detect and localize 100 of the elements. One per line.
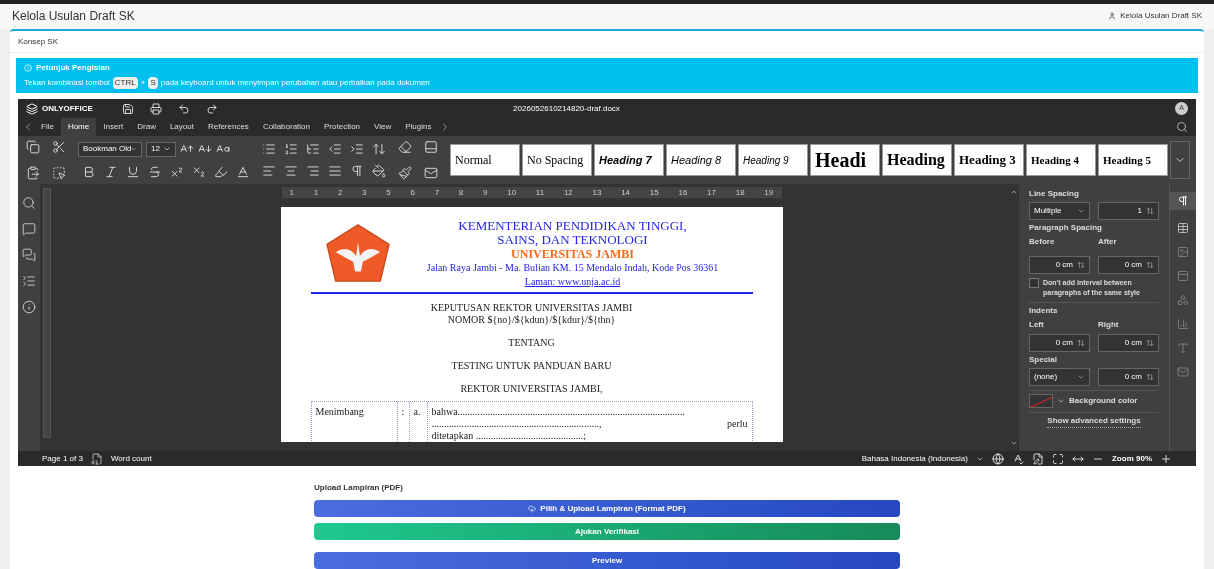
- table-icon[interactable]: [1177, 222, 1189, 234]
- style-preset[interactable]: Heading 9: [738, 144, 808, 176]
- scroll-up-icon[interactable]: [1010, 188, 1018, 196]
- line-spacing-icon[interactable]: [372, 142, 386, 156]
- style-preset[interactable]: Heading 4: [1026, 144, 1096, 176]
- breadcrumb[interactable]: Kelola Usulan Draft SK: [1120, 10, 1202, 23]
- ribbon-tab[interactable]: Home: [60, 118, 97, 136]
- upload-button[interactable]: Pilih & Upload Lampiran (Format PDF): [314, 500, 900, 517]
- style-preset[interactable]: Heading 3: [954, 144, 1024, 176]
- advanced-settings-link[interactable]: Show advanced settings: [1047, 415, 1141, 428]
- word-count-button[interactable]: Word count: [110, 452, 152, 465]
- fit-page-icon[interactable]: [1052, 452, 1064, 465]
- preview-button[interactable]: Preview: [314, 552, 900, 569]
- spinner-icon[interactable]: [1077, 339, 1085, 347]
- cut-icon[interactable]: [52, 140, 66, 154]
- numbered-list-icon[interactable]: [284, 142, 298, 156]
- caret-icon[interactable]: [1077, 373, 1085, 381]
- line-spacing-select[interactable]: Multiple: [1029, 202, 1090, 220]
- style-preset[interactable]: Headi: [810, 144, 880, 176]
- align-right-icon[interactable]: [306, 164, 320, 178]
- language-select[interactable]: Bahasa Indonesia (Indonesia): [861, 452, 968, 465]
- navigation-icon[interactable]: [22, 274, 36, 288]
- ribbon-tab[interactable]: Draw: [130, 118, 163, 136]
- chat-icon[interactable]: [22, 248, 36, 262]
- undo-icon[interactable]: [178, 102, 190, 115]
- pilcrow-icon[interactable]: [1177, 195, 1189, 207]
- color-swatch[interactable]: [1029, 394, 1053, 408]
- font-select[interactable]: Bookman Old: [78, 141, 142, 157]
- increase-indent-icon[interactable]: [350, 142, 364, 156]
- font-size-select[interactable]: 12: [146, 141, 176, 157]
- print-icon[interactable]: [150, 102, 162, 115]
- ribbon-tab[interactable]: Protection: [317, 118, 368, 136]
- spellcheck-icon[interactable]: [1012, 452, 1024, 465]
- paste-icon[interactable]: [26, 166, 40, 180]
- style-preset[interactable]: Heading: [882, 144, 952, 176]
- caret-icon[interactable]: [131, 145, 137, 153]
- redo-icon[interactable]: [206, 102, 218, 115]
- scroll-down-icon[interactable]: [1010, 439, 1018, 447]
- align-center-icon[interactable]: [284, 164, 298, 178]
- select-all-icon[interactable]: [52, 166, 66, 180]
- info-icon[interactable]: [22, 300, 36, 314]
- website-link[interactable]: Laman: www.unja.ac.id: [524, 275, 621, 289]
- caret-icon[interactable]: [1057, 397, 1065, 405]
- search-icon[interactable]: [1176, 121, 1188, 133]
- format-painter-icon[interactable]: [398, 166, 412, 180]
- special-indent-select[interactable]: (none): [1029, 368, 1090, 386]
- shading-icon[interactable]: [372, 164, 386, 178]
- align-left-icon[interactable]: [262, 164, 276, 178]
- spacing-after-field[interactable]: 0 cm: [1098, 256, 1159, 274]
- spacing-before-field[interactable]: 0 cm: [1029, 256, 1090, 274]
- search-icon[interactable]: [22, 196, 36, 210]
- ribbon-tab[interactable]: File: [34, 118, 61, 136]
- ribbon-tab[interactable]: View: [367, 118, 399, 136]
- style-preset[interactable]: Heading 8: [666, 144, 736, 176]
- ribbon-tab[interactable]: References: [200, 118, 256, 136]
- copy-icon[interactable]: [26, 140, 40, 154]
- subscript-icon[interactable]: [192, 164, 206, 179]
- globe-icon[interactable]: [992, 452, 1004, 465]
- comment-icon[interactable]: [22, 222, 36, 236]
- caret-icon[interactable]: [163, 145, 171, 153]
- font-color-icon[interactable]: [236, 164, 250, 179]
- spinner-icon[interactable]: [1146, 261, 1154, 269]
- word-count-icon[interactable]: [90, 452, 103, 465]
- justify-icon[interactable]: [328, 164, 342, 178]
- bold-icon[interactable]: [82, 164, 96, 179]
- style-preset[interactable]: Heading 7: [594, 144, 664, 176]
- underline-icon[interactable]: [126, 164, 140, 179]
- spinner-icon[interactable]: [1077, 261, 1085, 269]
- ribbon-tab[interactable]: Insert: [96, 118, 131, 136]
- bullet-list-icon[interactable]: [262, 142, 276, 156]
- special-indent-field[interactable]: 0 cm: [1098, 368, 1159, 386]
- ribbon-tab[interactable]: Plugins: [398, 118, 439, 136]
- superscript-icon[interactable]: [170, 164, 184, 179]
- paragraph-marks-icon[interactable]: [350, 164, 364, 178]
- caret-icon[interactable]: [1077, 207, 1085, 215]
- multilevel-list-icon[interactable]: [306, 142, 320, 156]
- eraser-icon[interactable]: [398, 140, 412, 154]
- decrease-indent-icon[interactable]: [328, 142, 342, 156]
- style-preset[interactable]: No Spacing: [522, 144, 592, 176]
- ribbon-tab[interactable]: Layout: [162, 118, 201, 136]
- indent-left-field[interactable]: 0 cm: [1029, 334, 1090, 352]
- indent-right-field[interactable]: 0 cm: [1098, 334, 1159, 352]
- strikethrough-icon[interactable]: [148, 164, 162, 179]
- line-spacing-field[interactable]: 1: [1098, 202, 1159, 220]
- image-icon[interactable]: [1177, 246, 1189, 258]
- spinner-icon[interactable]: [1146, 207, 1154, 215]
- paragraph-settings-tab[interactable]: [1170, 192, 1196, 210]
- borders-icon[interactable]: [424, 140, 438, 154]
- header-icon[interactable]: [1177, 270, 1189, 282]
- checkbox[interactable]: [1029, 278, 1039, 288]
- spinner-icon[interactable]: [1146, 339, 1154, 347]
- style-preset[interactable]: Normal: [450, 144, 520, 176]
- track-changes-icon[interactable]: [1032, 452, 1044, 465]
- style-preset[interactable]: Heading 5: [1098, 144, 1168, 176]
- ribbon-tab[interactable]: Collaboration: [255, 118, 317, 136]
- highlighter-icon[interactable]: [214, 164, 228, 179]
- italic-icon[interactable]: [104, 164, 118, 179]
- zoom-in-icon[interactable]: [1160, 452, 1172, 465]
- save-icon[interactable]: [122, 102, 134, 115]
- spinner-icon[interactable]: [1146, 373, 1154, 381]
